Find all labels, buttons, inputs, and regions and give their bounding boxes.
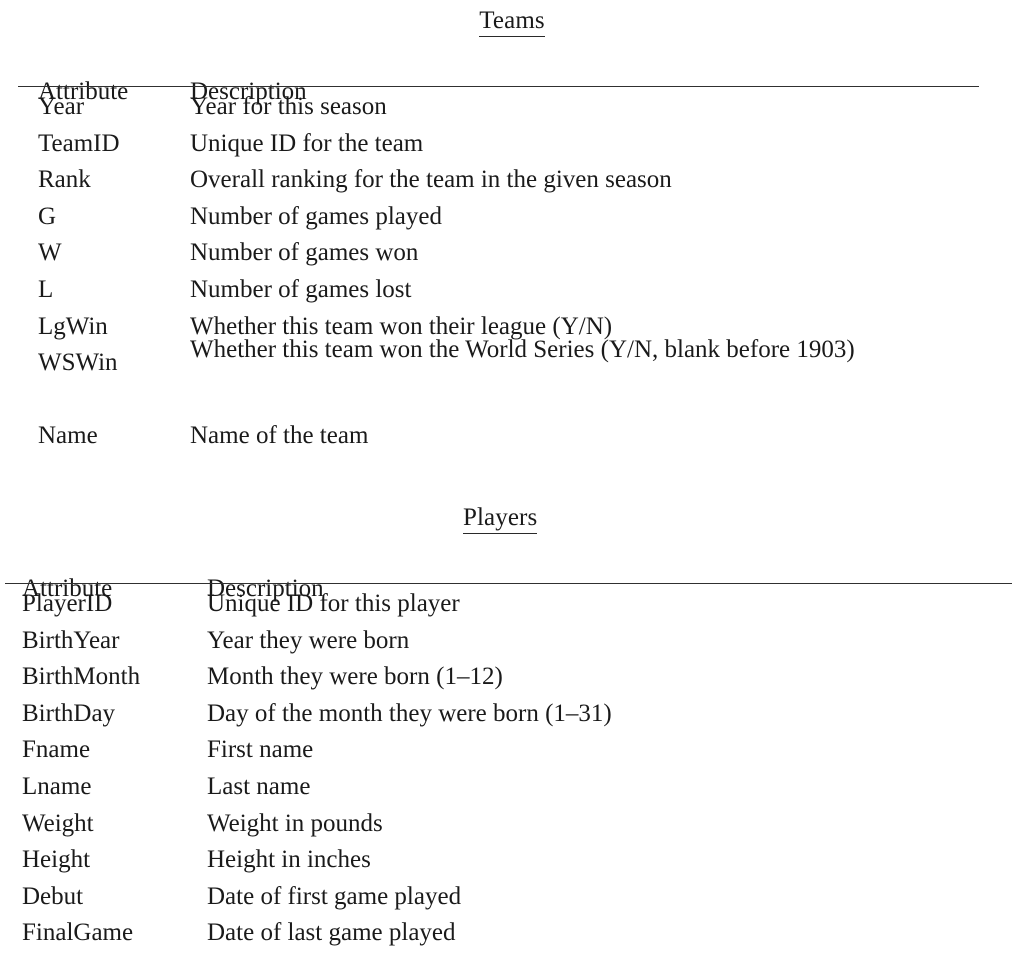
players-cell-description: Weight in pounds xyxy=(207,809,383,837)
teams-cell-description: Number of games lost xyxy=(190,276,412,303)
table-row: Height Height in inches xyxy=(0,847,1024,884)
teams-cell-description: Name of the team xyxy=(190,422,369,450)
teams-header-rule xyxy=(18,86,979,87)
players-table-title: Players xyxy=(0,505,1024,534)
teams-cell-attribute: Rank xyxy=(38,166,91,194)
players-cell-attribute: BirthDay xyxy=(22,699,116,727)
players-cell-description: Date of last game played xyxy=(207,919,456,947)
teams-cell-attribute: WSWin xyxy=(38,349,118,377)
players-cell-description: Unique ID for this player xyxy=(207,590,460,617)
table-row: TeamID Unique ID for the team xyxy=(0,131,1024,168)
teams-cell-attribute: Year xyxy=(38,93,85,120)
players-cell-attribute: Debut xyxy=(22,882,84,910)
teams-title-text: Teams xyxy=(479,8,545,37)
players-header-rule xyxy=(5,583,1012,584)
players-cell-attribute: PlayerID xyxy=(22,590,113,617)
players-cell-description: Day of the month they were born (1–31) xyxy=(207,699,612,727)
table-row: FinalGame Date of last game played xyxy=(0,920,1024,957)
teams-cell-description: Unique ID for the team xyxy=(190,129,424,157)
teams-cell-attribute: LgWin xyxy=(38,312,108,340)
table-row: BirthDay Day of the month they were born… xyxy=(0,701,1024,738)
players-title-text: Players xyxy=(463,505,538,534)
table-row: Lname Last name xyxy=(0,774,1024,811)
table-row: Weight Weight in pounds xyxy=(0,811,1024,848)
table-row: WSWin Whether this team won the World Se… xyxy=(0,336,1024,423)
table-row: Debut Date of first game played xyxy=(0,884,1024,921)
teams-cell-attribute: Name xyxy=(38,422,98,450)
teams-cell-attribute: TeamID xyxy=(38,129,120,157)
players-cell-description: Month they were born (1–12) xyxy=(207,663,503,691)
players-cell-description: First name xyxy=(207,736,314,764)
table-row: Year Year for this season xyxy=(0,94,1024,131)
teams-cell-attribute: L xyxy=(38,276,54,303)
table-row: G Number of games played xyxy=(0,204,1024,241)
teams-cell-description: Whether this team won the World Series (… xyxy=(190,336,855,364)
players-cell-description: Last name xyxy=(207,773,311,800)
table-row: PlayerID Unique ID for this player xyxy=(0,591,1024,628)
table-row: Rank Overall ranking for the team in the… xyxy=(0,167,1024,204)
table-row: W Number of games won xyxy=(0,240,1024,277)
table-row: BirthYear Year they were born xyxy=(0,628,1024,665)
players-cell-attribute: BirthMonth xyxy=(22,663,141,691)
players-cell-description: Height in inches xyxy=(207,846,371,874)
table-row: BirthMonth Month they were born (1–12) xyxy=(0,664,1024,701)
players-cell-attribute: FinalGame xyxy=(22,919,134,947)
teams-cell-description: Overall ranking for the team in the give… xyxy=(190,166,672,194)
players-cell-attribute: Height xyxy=(22,846,91,874)
teams-cell-attribute: W xyxy=(38,239,62,267)
players-cell-attribute: Lname xyxy=(22,773,92,800)
document-page: Teams Attribute Description Year Year fo… xyxy=(0,0,1024,965)
table-row: L Number of games lost xyxy=(0,277,1024,314)
players-cell-attribute: Fname xyxy=(22,736,91,764)
players-table: Players Attribute Description PlayerID U… xyxy=(0,505,1024,945)
teams-cell-description: Number of games won xyxy=(190,239,419,267)
players-cell-description: Date of first game played xyxy=(207,882,462,910)
table-row: Fname First name xyxy=(0,737,1024,774)
teams-cell-description: Year for this season xyxy=(190,93,387,120)
teams-cell-attribute: G xyxy=(38,202,57,230)
players-cell-description: Year they were born xyxy=(207,626,410,654)
teams-table-title: Teams xyxy=(0,8,1024,37)
teams-cell-description: Number of games played xyxy=(190,202,443,230)
players-cell-attribute: BirthYear xyxy=(22,626,120,654)
teams-table: Teams Attribute Description Year Year fo… xyxy=(0,8,1024,448)
table-row: Name Name of the team xyxy=(0,423,1024,460)
players-cell-attribute: Weight xyxy=(22,809,94,837)
